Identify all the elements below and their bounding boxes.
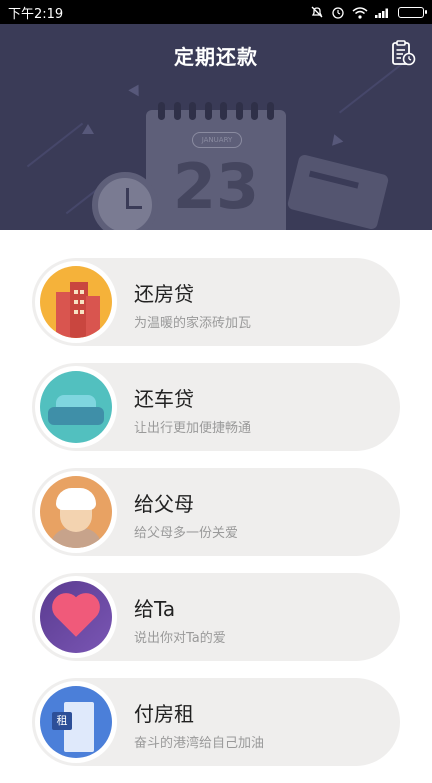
list-item-ta[interactable]: 给Ta 说出你对Ta的爱 <box>32 573 400 661</box>
decor-triangle <box>82 124 94 134</box>
calendar-day: 23 <box>172 150 260 223</box>
header-banner: JANUARY 23 定期还款 <box>0 24 432 230</box>
list-item-rent[interactable]: 租 付房租 奋斗的港湾给自己加油 <box>32 678 400 766</box>
wifi-icon <box>352 6 368 19</box>
status-icons <box>310 5 427 19</box>
calendar-month: JANUARY <box>192 132 242 148</box>
item-title: 给Ta <box>134 597 176 621</box>
item-subtitle: 让出行更加便捷畅通 <box>134 421 252 436</box>
history-button[interactable] <box>388 38 418 68</box>
item-subtitle: 奋斗的港湾给自己加油 <box>134 736 265 751</box>
item-title: 还房贷 <box>134 282 194 306</box>
alarm-icon <box>332 7 344 19</box>
item-title: 付房租 <box>134 702 194 726</box>
item-subtitle: 给父母多一份关爱 <box>134 526 239 541</box>
rent-tag: 租 <box>52 712 72 730</box>
status-bar: 下午2:19 <box>0 0 432 24</box>
status-time: 下午2:19 <box>8 6 64 22</box>
page-title: 定期还款 <box>174 45 258 69</box>
list-item-car-loan[interactable]: 还车贷 让出行更加便捷畅通 <box>32 363 400 451</box>
clipboard-clock-icon <box>392 40 416 66</box>
decor-triangle <box>328 132 344 146</box>
item-title: 还车贷 <box>134 387 194 411</box>
item-subtitle: 为温暖的家添砖加瓦 <box>134 316 252 331</box>
item-title: 给父母 <box>134 492 194 516</box>
list-item-house-loan[interactable]: 还房贷 为温暖的家添砖加瓦 <box>32 258 400 346</box>
house-loan-icon <box>35 261 117 343</box>
battery-icon <box>398 6 427 18</box>
clock-illustration <box>92 172 158 230</box>
heart-icon <box>35 576 117 658</box>
decor-triangle <box>128 81 144 97</box>
decor-streak <box>26 122 84 168</box>
mute-icon <box>311 6 323 18</box>
calendar-illustration: JANUARY 23 <box>146 102 286 230</box>
item-subtitle: 说出你对Ta的爱 <box>134 631 226 646</box>
car-loan-icon <box>35 366 117 448</box>
card-illustration <box>286 153 390 230</box>
list-item-parents[interactable]: 给父母 给父母多一份关爱 <box>32 468 400 556</box>
rent-icon: 租 <box>35 681 117 763</box>
signal-icon <box>375 8 388 18</box>
parents-icon <box>35 471 117 553</box>
repayment-list: 还房贷 为温暖的家添砖加瓦 还车贷 让出行更加便捷畅通 给父母 给父母多一份关爱 <box>32 258 400 783</box>
